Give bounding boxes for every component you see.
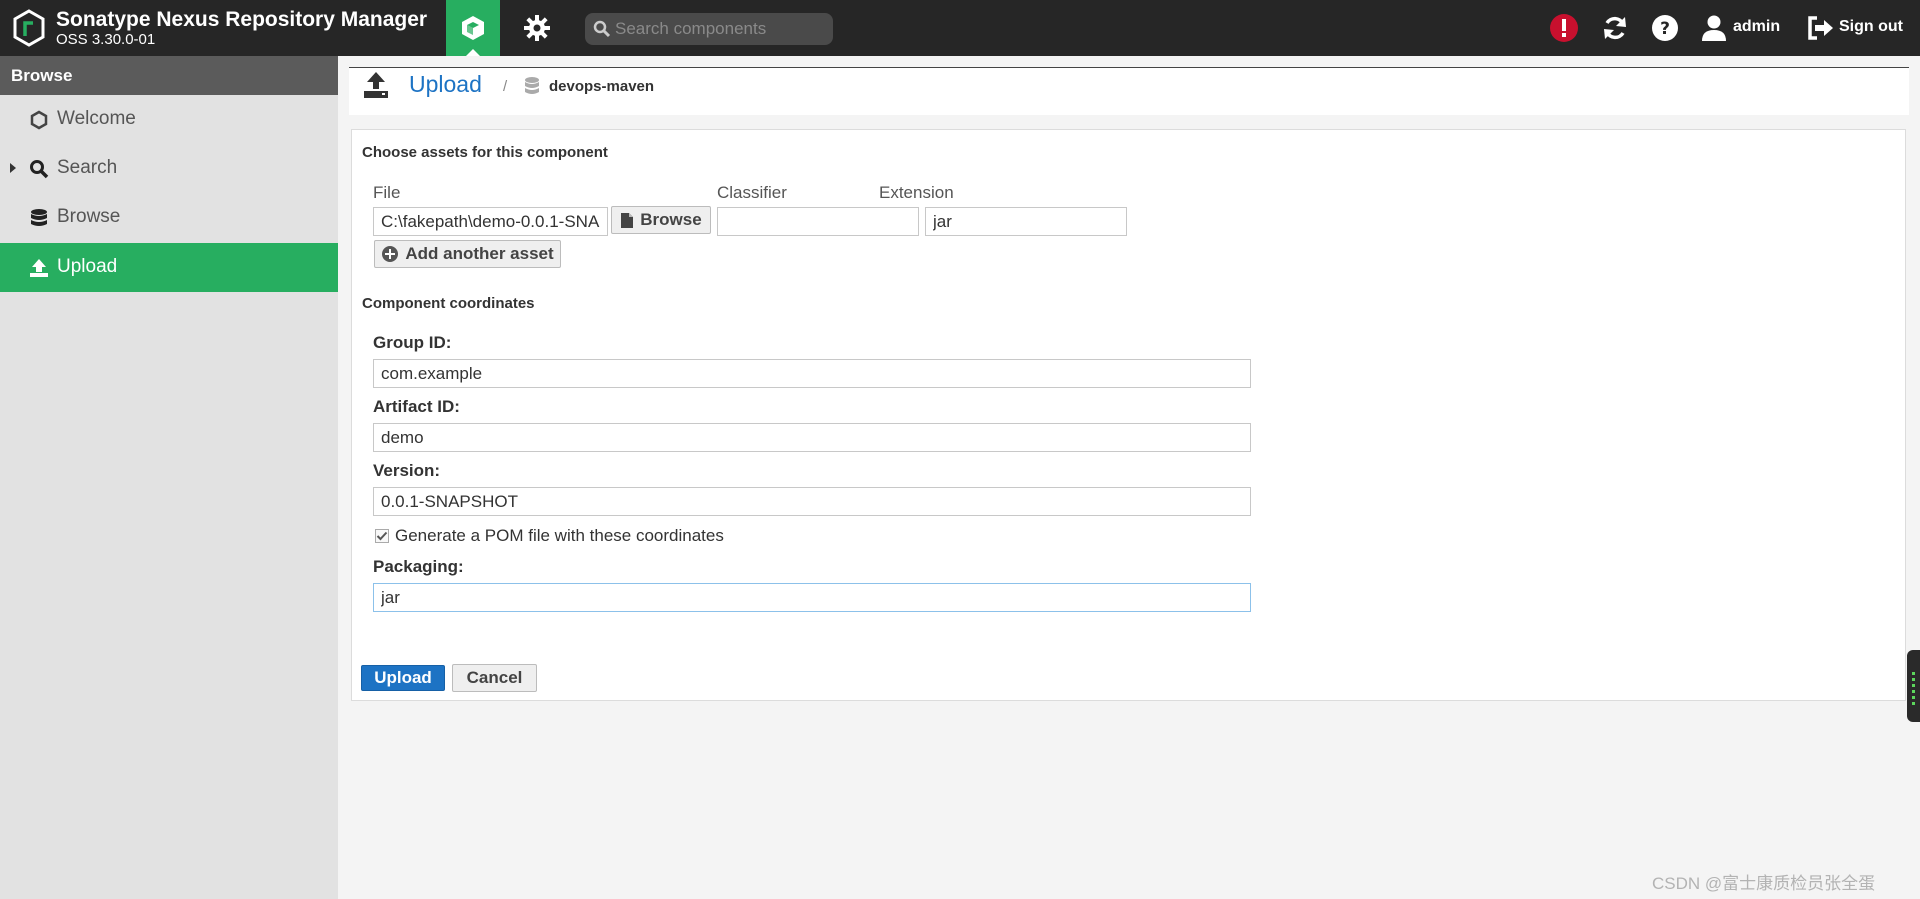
- user-icon[interactable]: [1698, 12, 1730, 44]
- upload-icon: [28, 257, 50, 279]
- packaging-label: Packaging:: [373, 557, 464, 576]
- extension-field[interactable]: [925, 207, 1127, 236]
- generate-pom-label[interactable]: Generate a POM file with these coordinat…: [395, 526, 724, 546]
- gear-icon: [524, 15, 550, 41]
- file-path-field[interactable]: [373, 207, 608, 236]
- artifact-id-field[interactable]: [373, 423, 1251, 452]
- breadcrumb-repository: devops-maven: [549, 78, 655, 95]
- page-title[interactable]: Upload: [409, 71, 482, 98]
- generate-pom-checkbox[interactable]: [375, 529, 389, 543]
- checkmark-icon: [376, 531, 388, 541]
- sidebar: Browse Welcome Search Browse Upload: [0, 56, 338, 899]
- extension-column-label: Extension: [879, 183, 954, 202]
- hexagon-icon: [28, 109, 50, 131]
- help-icon[interactable]: ?: [1649, 12, 1681, 44]
- classifier-column-label: Classifier: [717, 183, 787, 202]
- artifact-id-label: Artifact ID:: [373, 397, 460, 416]
- side-scroll-handle[interactable]: [1907, 650, 1920, 722]
- database-icon: [28, 207, 50, 229]
- browse-file-button[interactable]: Browse: [611, 206, 711, 234]
- signout-icon[interactable]: [1804, 12, 1836, 44]
- user-menu[interactable]: admin: [1733, 18, 1780, 36]
- svg-text:?: ?: [1660, 19, 1670, 39]
- file-icon: [621, 212, 634, 228]
- plus-circle-icon: [382, 246, 399, 262]
- browse-button-label: Browse: [640, 210, 702, 229]
- sidebar-item-label: Browse: [57, 206, 121, 227]
- sidebar-header: Browse: [0, 56, 338, 95]
- file-column-label: File: [373, 183, 401, 202]
- watermark-text: CSDN @富士康质检员张全蛋: [1652, 874, 1876, 893]
- coordinates-section-title: Component coordinates: [362, 295, 535, 312]
- sidebar-item-welcome[interactable]: Welcome: [0, 95, 338, 144]
- sidebar-item-label: Upload: [57, 256, 118, 277]
- add-asset-label: Add another asset: [405, 244, 554, 263]
- refresh-icon[interactable]: [1599, 12, 1631, 44]
- sidebar-item-label: Welcome: [57, 108, 136, 129]
- search-icon: [28, 158, 50, 180]
- search-input[interactable]: [615, 13, 825, 45]
- app-version: OSS 3.30.0-01: [56, 31, 156, 48]
- sidebar-item-browse[interactable]: Browse: [0, 193, 338, 242]
- system-alert-icon[interactable]: [1548, 12, 1580, 44]
- cancel-button[interactable]: Cancel: [452, 664, 537, 692]
- upload-button[interactable]: Upload: [361, 665, 445, 691]
- browse-nav-button[interactable]: [446, 0, 500, 56]
- cube-icon: [462, 16, 484, 40]
- version-field[interactable]: [373, 487, 1251, 516]
- top-header: Sonatype Nexus Repository Manager OSS 3.…: [0, 0, 1920, 56]
- database-icon: [524, 76, 540, 101]
- group-id-field[interactable]: [373, 359, 1251, 388]
- version-label: Version:: [373, 461, 441, 480]
- group-id-label: Group ID:: [373, 333, 452, 352]
- component-search[interactable]: [585, 13, 833, 45]
- classifier-field[interactable]: [717, 207, 919, 236]
- nexus-logo-icon[interactable]: [12, 9, 46, 47]
- search-icon: [593, 20, 611, 38]
- add-asset-button[interactable]: Add another asset: [374, 240, 561, 268]
- signout-link[interactable]: Sign out: [1839, 18, 1903, 36]
- upload-icon: [362, 70, 390, 105]
- sidebar-item-upload[interactable]: Upload: [0, 243, 338, 292]
- expand-caret-icon[interactable]: [10, 163, 16, 173]
- assets-section-title: Choose assets for this component: [362, 144, 608, 161]
- admin-nav-button[interactable]: [510, 0, 564, 56]
- packaging-field[interactable]: [373, 583, 1251, 612]
- sidebar-item-label: Search: [57, 157, 118, 178]
- app-title: Sonatype Nexus Repository Manager: [56, 8, 428, 31]
- sidebar-item-search[interactable]: Search: [0, 144, 338, 193]
- breadcrumb-separator: /: [503, 78, 508, 95]
